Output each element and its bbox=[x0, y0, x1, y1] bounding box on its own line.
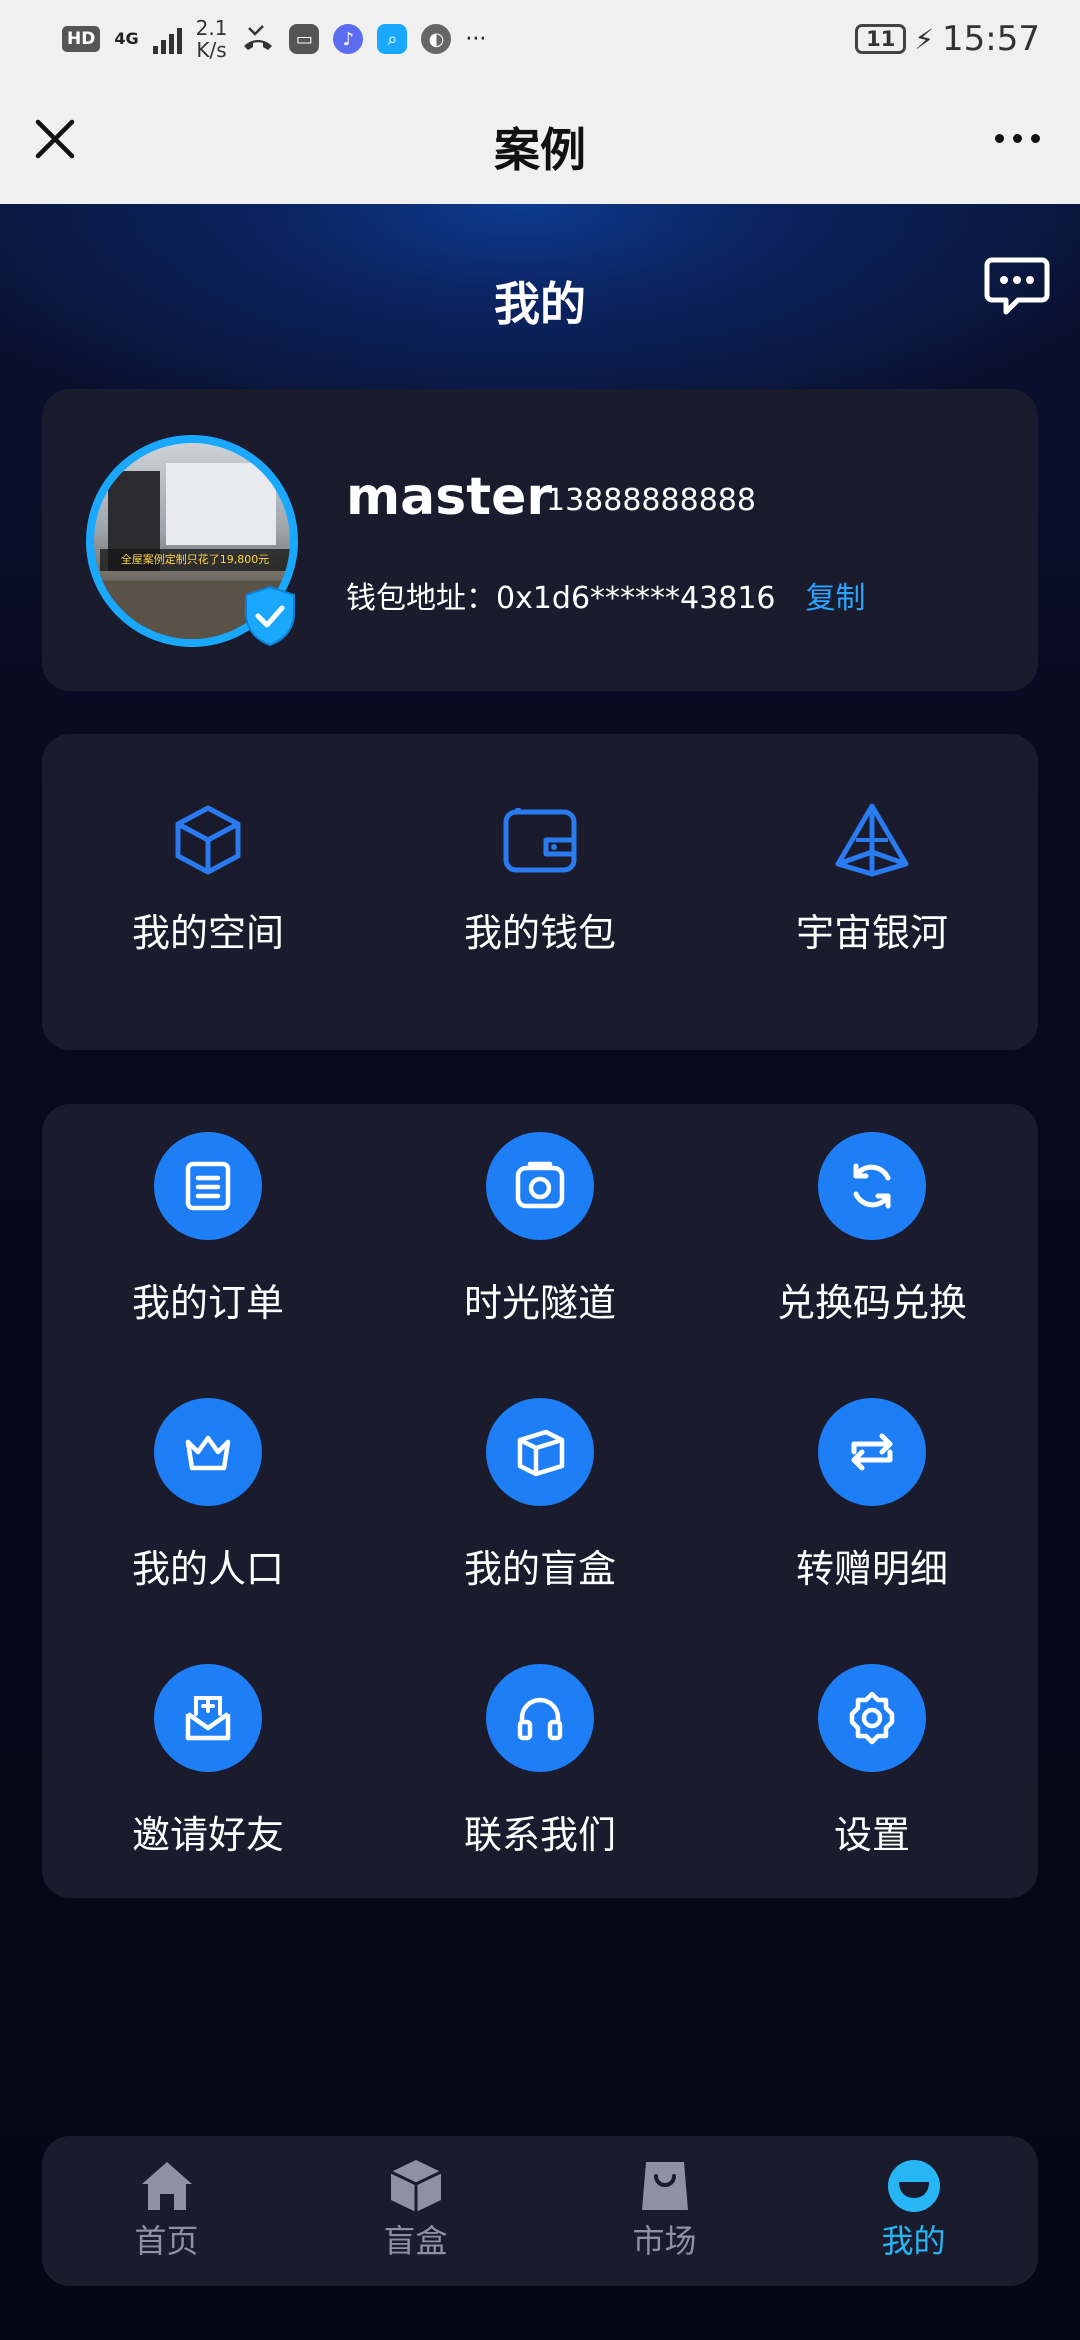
avatar-banner-text: 全屋案例定制只花了19,800元 bbox=[100, 549, 290, 571]
func-my-blindbox[interactable]: 我的盲盒 bbox=[374, 1398, 706, 1593]
quick-my-wallet[interactable]: 我的钱包 bbox=[374, 734, 706, 957]
camera-icon bbox=[515, 1161, 565, 1209]
search-app-icon: ⌕ bbox=[377, 24, 408, 54]
function-label: 兑换码兑换 bbox=[776, 1281, 967, 1325]
headphones-icon bbox=[517, 1697, 563, 1741]
shopping-bag-icon bbox=[641, 2162, 688, 2210]
bottom-nav: 首页 盲盒 市场 我的 bbox=[42, 2136, 1038, 2286]
refresh-icon bbox=[853, 1163, 891, 1209]
music-icon: ♪ bbox=[333, 24, 364, 54]
quick-galaxy[interactable]: 宇宙银河 bbox=[706, 734, 1038, 957]
function-label: 时光隧道 bbox=[463, 1281, 616, 1325]
pyramid-icon bbox=[835, 803, 909, 877]
status-bar: HD 4G 2.1 K/s ▭ ♪ ⌕ ◐ ··· 11 ⚡ 15:57 bbox=[0, 0, 1080, 78]
box-icon bbox=[389, 2160, 442, 2212]
header-title: 我的 bbox=[494, 277, 586, 331]
charging-icon: ⚡ bbox=[914, 22, 935, 56]
hd-indicator: HD bbox=[62, 26, 101, 52]
nav-label: 首页 bbox=[134, 2222, 199, 2260]
func-invite-friends[interactable]: 邀请好友 bbox=[42, 1664, 374, 1859]
network-speed: 2.1 K/s bbox=[196, 17, 228, 61]
quick-action-label: 我的钱包 bbox=[463, 911, 616, 955]
order-list-icon bbox=[185, 1161, 231, 1211]
profile-face-icon bbox=[887, 2160, 940, 2212]
page-title: 案例 bbox=[494, 123, 586, 177]
box-icon bbox=[517, 1429, 565, 1477]
quick-my-space[interactable]: 我的空间 bbox=[42, 734, 374, 957]
func-time-tunnel[interactable]: 时光隧道 bbox=[374, 1132, 706, 1327]
crown-icon bbox=[185, 1435, 231, 1471]
quick-action-label: 宇宙银河 bbox=[795, 911, 948, 955]
function-label: 转赠明细 bbox=[795, 1547, 948, 1591]
wallet-icon bbox=[503, 808, 577, 873]
func-settings[interactable]: 设置 bbox=[706, 1664, 1038, 1859]
nav-label: 盲盒 bbox=[383, 2222, 448, 2260]
phone-number: 13888888888 bbox=[546, 483, 756, 518]
nav-blindbox[interactable]: 盲盒 bbox=[291, 2136, 540, 2286]
cube-icon bbox=[175, 805, 241, 875]
nav-home[interactable]: 首页 bbox=[42, 2136, 291, 2286]
avatar-photo-detail bbox=[166, 463, 276, 545]
func-transfer-details[interactable]: 转赠明细 bbox=[706, 1398, 1038, 1593]
invite-mail-icon bbox=[185, 1696, 231, 1741]
network-type: 4G bbox=[114, 29, 139, 48]
function-label: 我的盲盒 bbox=[463, 1547, 616, 1591]
message-icon[interactable] bbox=[984, 256, 1050, 316]
quick-action-label: 我的空间 bbox=[131, 911, 284, 955]
home-icon bbox=[141, 2162, 192, 2210]
func-redeem-code[interactable]: 兑换码兑换 bbox=[706, 1132, 1038, 1327]
clock: 15:57 bbox=[942, 19, 1040, 59]
profile-card: 全屋案例定制只花了19,800元 master 13888888888 钱包地址… bbox=[42, 389, 1038, 691]
wallet-address: 钱包地址：0x1d6******43816 bbox=[346, 581, 776, 616]
signal-icon bbox=[152, 24, 182, 54]
speed-unit: K/s bbox=[196, 38, 227, 62]
func-my-population[interactable]: 我的人口 bbox=[42, 1398, 374, 1593]
nav-market[interactable]: 市场 bbox=[540, 2136, 789, 2286]
function-label: 我的订单 bbox=[131, 1281, 284, 1325]
more-menu-icon[interactable] bbox=[995, 134, 1040, 143]
func-contact-us[interactable]: 联系我们 bbox=[374, 1664, 706, 1859]
username: master bbox=[346, 467, 552, 527]
verified-shield-icon bbox=[245, 585, 295, 647]
wallet-address-row: 钱包地址：0x1d6******43816 复制 bbox=[346, 573, 866, 617]
functions-card: 我的订单 时光隧道 兑换码兑换 我的人口 我的盲盒 转赠明细 邀请好友 联系我们… bbox=[42, 1104, 1038, 1898]
function-label: 邀请好友 bbox=[131, 1813, 284, 1857]
more-notifications: ··· bbox=[465, 26, 487, 52]
function-label: 联系我们 bbox=[463, 1813, 616, 1857]
main-content: 我的 全屋案例定制只花了19,800元 master 13888888888 钱… bbox=[0, 204, 1080, 2340]
copy-button[interactable]: 复制 bbox=[806, 573, 866, 617]
function-label: 我的人口 bbox=[131, 1547, 284, 1591]
speed-value: 2.1 bbox=[195, 16, 228, 40]
browser-icon: ◐ bbox=[421, 24, 452, 54]
nav-label: 市场 bbox=[632, 2222, 697, 2260]
func-my-orders[interactable]: 我的订单 bbox=[42, 1132, 374, 1327]
settings-gear-icon bbox=[849, 1691, 895, 1745]
nav-mine[interactable]: 我的 bbox=[789, 2136, 1038, 2286]
title-bar: 案例 bbox=[0, 78, 1080, 204]
missed-call-icon bbox=[244, 25, 273, 50]
huawei-app-icon: ▭ bbox=[289, 24, 320, 54]
quick-actions-card: 我的空间 我的钱包 宇宙银河 bbox=[42, 734, 1038, 1050]
function-label: 设置 bbox=[833, 1813, 910, 1857]
nav-label: 我的 bbox=[881, 2222, 946, 2260]
transfer-icon bbox=[851, 1433, 893, 1471]
battery-icon: 11 bbox=[855, 24, 907, 54]
